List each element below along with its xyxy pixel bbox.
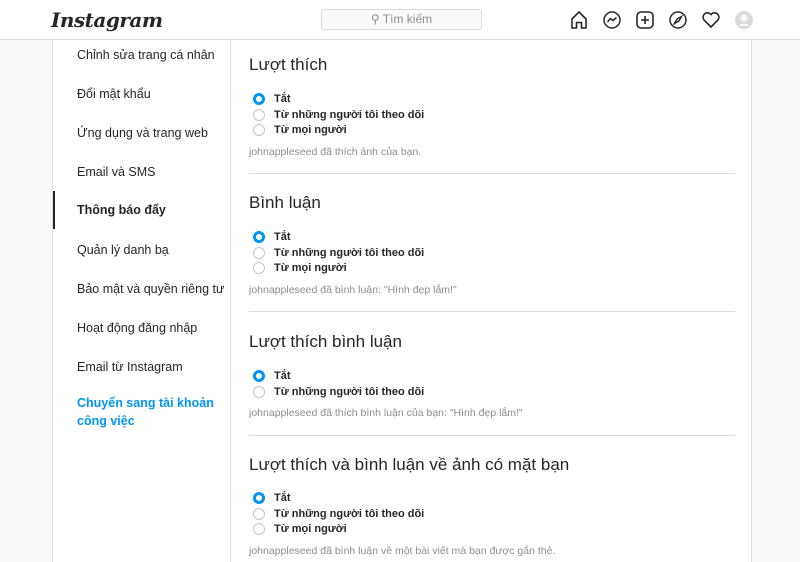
example-text: johnappleseed đã bình luận: "Hình đẹp lắ… bbox=[249, 284, 457, 297]
sidebar-item-edit-profile[interactable]: Chỉnh sửa trang cá nhân bbox=[53, 48, 230, 62]
instagram-logo[interactable]: Instagram bbox=[51, 8, 163, 32]
radio-label: Tắt bbox=[274, 491, 291, 504]
radio-everyone[interactable]: Từ mọi người bbox=[249, 122, 735, 138]
section-title: Bình luận bbox=[249, 193, 321, 212]
radio-off[interactable]: Tắt bbox=[249, 229, 735, 245]
section-likes: Lượt thích Tắt Từ những người tôi theo d… bbox=[249, 55, 735, 158]
radio-button[interactable] bbox=[253, 369, 265, 382]
messenger-icon[interactable] bbox=[601, 9, 623, 31]
radio-label: Từ mọi người bbox=[274, 523, 347, 536]
radio-off[interactable]: Tắt bbox=[249, 91, 735, 107]
section-title: Lượt thích và bình luận về ảnh có mặt bạ… bbox=[249, 455, 570, 474]
radio-button[interactable] bbox=[253, 92, 265, 105]
sidebar-item-manage-contacts[interactable]: Quản lý danh bạ bbox=[53, 243, 230, 257]
radio-label: Tắt bbox=[274, 230, 291, 243]
radio-button[interactable] bbox=[253, 523, 265, 536]
sidebar-item-login-activity[interactable]: Hoạt động đăng nhập bbox=[53, 321, 230, 335]
activity-heart-icon[interactable] bbox=[700, 9, 722, 31]
settings-panel: Chỉnh sửa trang cá nhân Đổi mật khẩu Ứng… bbox=[52, 40, 752, 562]
search-icon: ⚲ bbox=[370, 12, 383, 26]
switch-to-professional-link[interactable]: Chuyển sang tài khoản công việc bbox=[53, 394, 230, 430]
home-icon[interactable] bbox=[568, 9, 590, 31]
radio-button[interactable] bbox=[253, 124, 265, 137]
settings-sidebar: Chỉnh sửa trang cá nhân Đổi mật khẩu Ứng… bbox=[53, 40, 231, 562]
section-comments: Bình luận Tắt Từ những người tôi theo dõ… bbox=[249, 193, 735, 296]
avatar[interactable] bbox=[733, 9, 755, 31]
radio-off[interactable]: Tắt bbox=[249, 368, 735, 384]
sidebar-item-push-notifications[interactable]: Thông báo đẩy bbox=[53, 191, 230, 229]
radio-label: Tắt bbox=[274, 369, 291, 382]
sidebar-item-privacy-security[interactable]: Bảo mật và quyền riêng tư bbox=[53, 282, 230, 296]
radio-label: Tắt bbox=[274, 92, 291, 105]
radio-label: Từ mọi người bbox=[274, 124, 347, 137]
new-post-icon[interactable] bbox=[634, 9, 656, 31]
radio-following[interactable]: Từ những người tôi theo dõi bbox=[249, 107, 735, 123]
radio-button[interactable] bbox=[253, 491, 265, 504]
example-text: johnappleseed đã bình luận về một bài vi… bbox=[249, 545, 556, 558]
radio-following[interactable]: Từ những người tôi theo dõi bbox=[249, 506, 735, 522]
section-photo-of-you: Lượt thích và bình luận về ảnh có mặt bạ… bbox=[249, 455, 735, 557]
section-comment-likes: Lượt thích bình luận Tắt Từ những người … bbox=[249, 332, 735, 419]
switch-line-1: Chuyển sang tài khoản bbox=[77, 396, 214, 410]
switch-line-2: công việc bbox=[77, 414, 135, 428]
explore-icon[interactable] bbox=[667, 9, 689, 31]
search-input[interactable]: ⚲ Tìm kiếm bbox=[321, 9, 482, 30]
radio-following[interactable]: Từ những người tôi theo dõi bbox=[249, 384, 735, 400]
top-nav: Instagram ⚲ Tìm kiếm bbox=[0, 0, 800, 40]
divider bbox=[249, 435, 735, 436]
radio-label: Từ những người tôi theo dõi bbox=[274, 385, 425, 398]
radio-label: Từ mọi người bbox=[274, 262, 347, 275]
example-text: johnappleseed đã thích ảnh của bạn. bbox=[249, 146, 422, 159]
section-title: Lượt thích bình luận bbox=[249, 332, 402, 351]
example-text: johnappleseed đã thích bình luận của bạn… bbox=[249, 407, 523, 420]
divider bbox=[249, 173, 735, 174]
radio-button[interactable] bbox=[253, 385, 265, 398]
sidebar-item-change-password[interactable]: Đổi mật khẩu bbox=[53, 87, 230, 101]
radio-button[interactable] bbox=[253, 108, 265, 121]
radio-everyone[interactable]: Từ mọi người bbox=[249, 260, 735, 276]
radio-label: Từ những người tôi theo dõi bbox=[274, 246, 425, 259]
radio-button[interactable] bbox=[253, 507, 265, 520]
radio-label: Từ những người tôi theo dõi bbox=[274, 507, 425, 520]
radio-everyone[interactable]: Từ mọi người bbox=[249, 521, 735, 537]
radio-button[interactable] bbox=[253, 246, 265, 259]
radio-following[interactable]: Từ những người tôi theo dõi bbox=[249, 245, 735, 261]
radio-off[interactable]: Tắt bbox=[249, 490, 735, 506]
sidebar-item-email-sms[interactable]: Email và SMS bbox=[53, 165, 230, 179]
sidebar-item-apps-websites[interactable]: Ứng dụng và trang web bbox=[53, 126, 230, 140]
sidebar-item-emails-from-instagram[interactable]: Email từ Instagram bbox=[53, 360, 230, 374]
radio-button[interactable] bbox=[253, 262, 265, 275]
search-placeholder: Tìm kiếm bbox=[382, 12, 433, 26]
divider bbox=[249, 311, 735, 312]
radio-button[interactable] bbox=[253, 230, 265, 243]
radio-label: Từ những người tôi theo dõi bbox=[274, 108, 425, 121]
section-title: Lượt thích bbox=[249, 55, 328, 74]
